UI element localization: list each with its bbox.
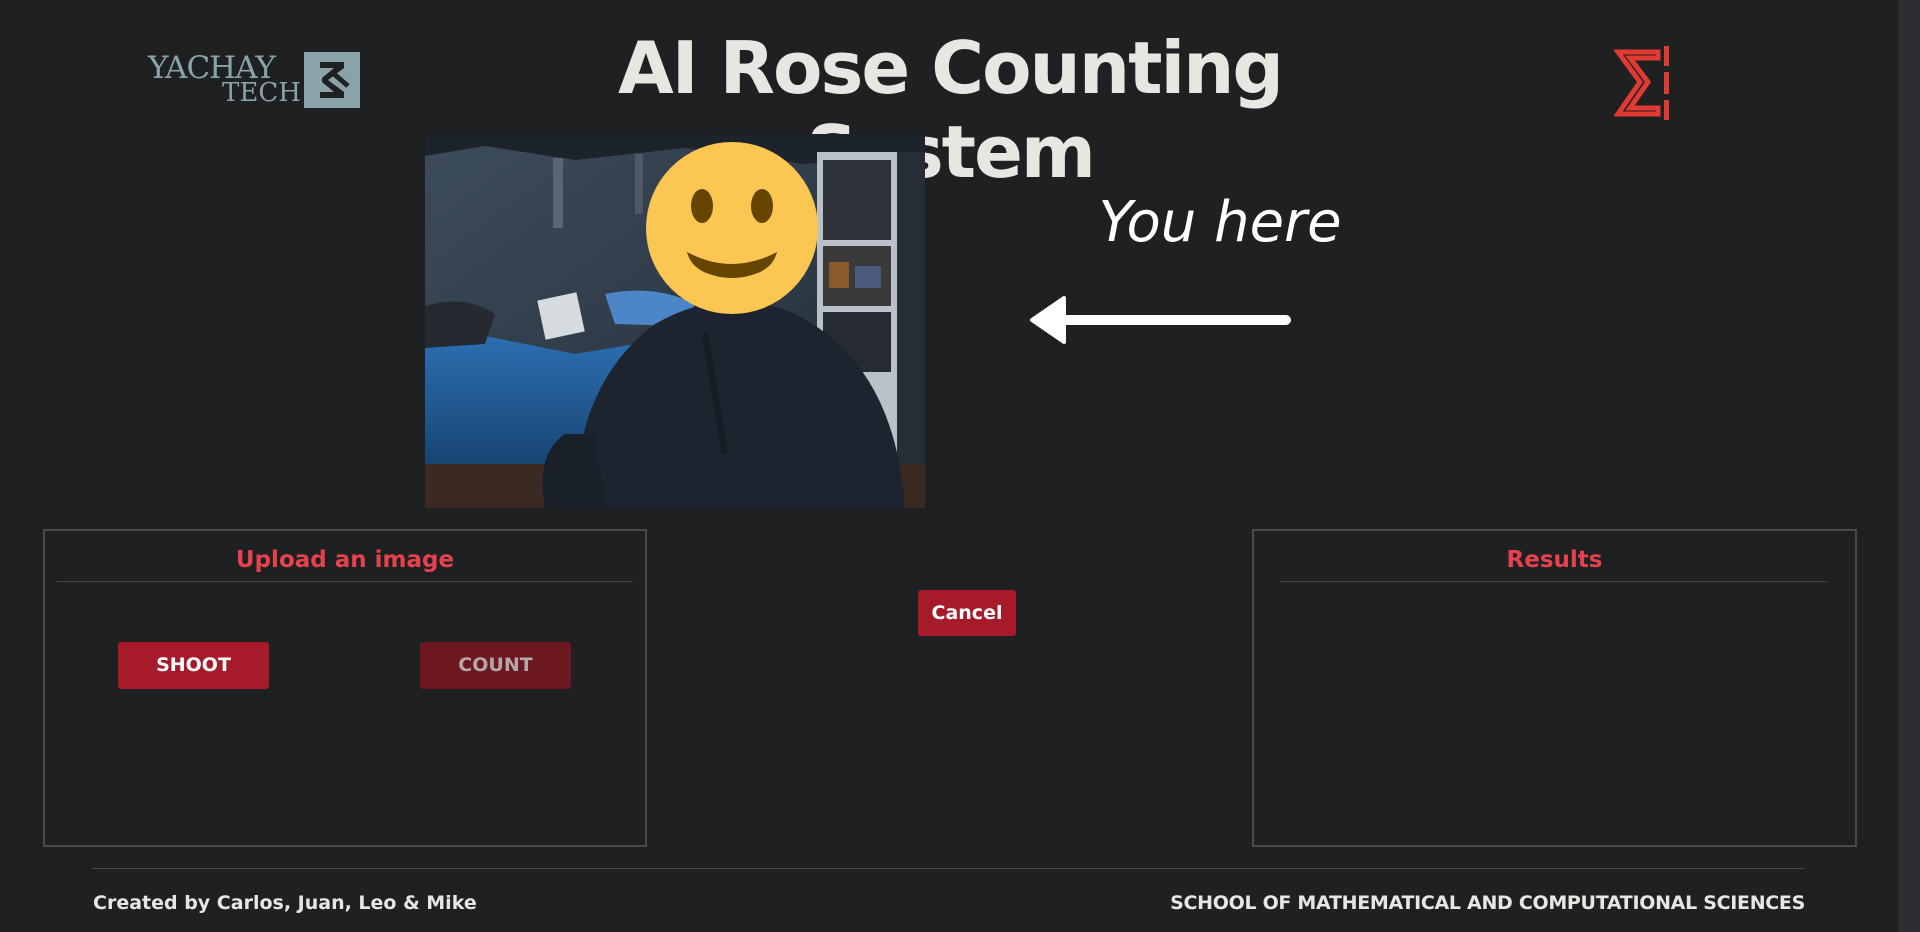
sigma-logo-icon bbox=[1614, 46, 1669, 120]
logo-word-tech: TECH bbox=[222, 78, 301, 108]
yachay-mark-icon bbox=[304, 52, 360, 108]
footer-credits: Created by Carlos, Juan, Leo & Mike bbox=[93, 892, 477, 914]
camera-frame-image bbox=[425, 134, 925, 508]
cancel-button[interactable]: Cancel bbox=[918, 590, 1016, 636]
yachay-tech-logo: YACHAY TECH bbox=[148, 50, 360, 110]
scrollbar-thumb[interactable] bbox=[1898, 0, 1920, 932]
footer-school-name: SCHOOL OF MATHEMATICAL AND COMPUTATIONAL… bbox=[1170, 892, 1805, 914]
results-panel-title: Results bbox=[1506, 547, 1603, 573]
smiley-face-icon bbox=[646, 142, 818, 314]
upload-panel: Upload an image SHOOT COUNT bbox=[43, 529, 647, 847]
camera-feed bbox=[425, 134, 925, 508]
upload-panel-divider bbox=[57, 581, 633, 582]
page-scrollbar[interactable] bbox=[1898, 0, 1920, 932]
upload-panel-title: Upload an image bbox=[235, 547, 455, 573]
results-panel: Results bbox=[1252, 529, 1857, 847]
shoot-button[interactable]: SHOOT bbox=[118, 642, 269, 689]
app-page: YACHAY TECH AI Rose Counting System You … bbox=[0, 0, 1920, 932]
you-here-label: You here bbox=[1098, 190, 1342, 255]
count-button[interactable]: COUNT bbox=[420, 642, 571, 689]
footer-divider bbox=[92, 868, 1805, 869]
results-panel-divider bbox=[1280, 581, 1827, 582]
arrow-left-icon bbox=[1030, 296, 1291, 344]
